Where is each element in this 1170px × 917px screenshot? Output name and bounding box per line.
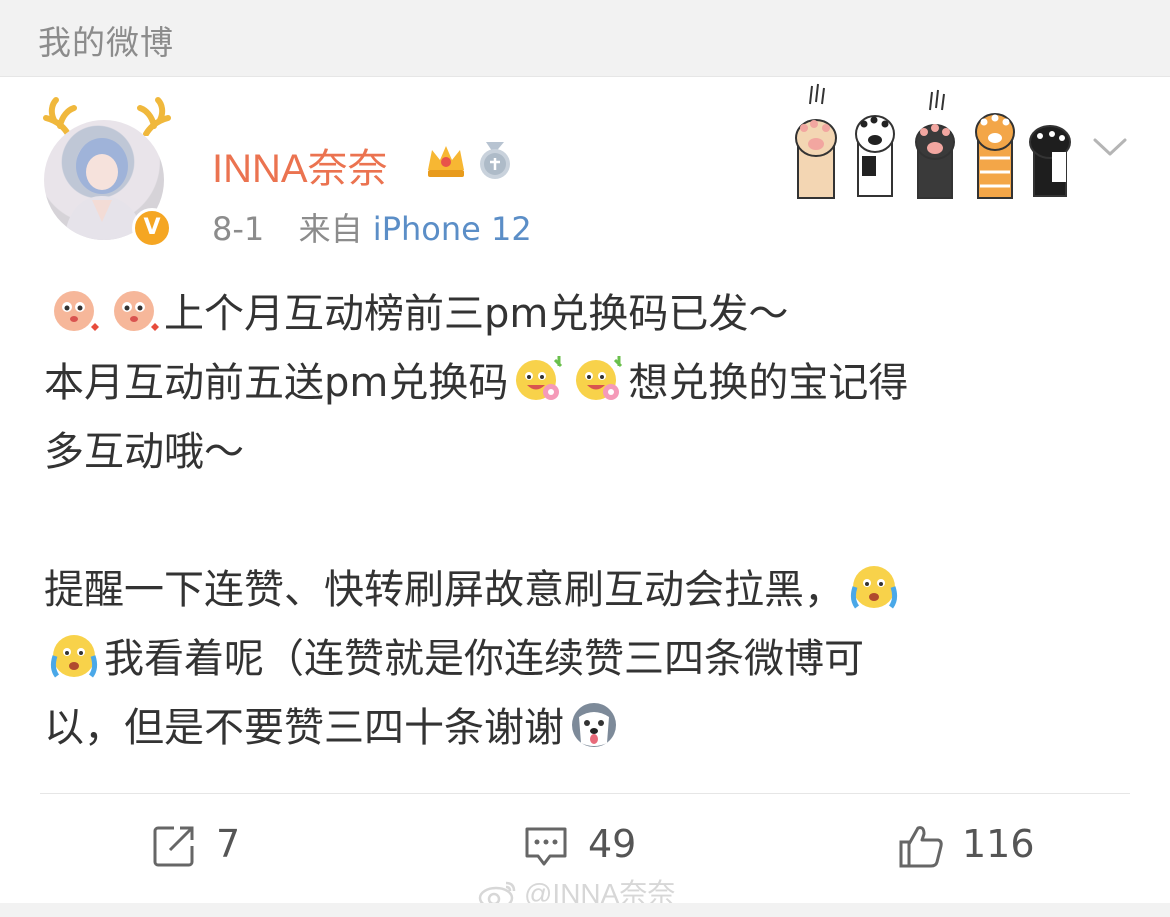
content-text: 想兑换的宝记得 [628,360,909,406]
content-line-2: 本月互动前五送pm兑换码 想兑换的宝记得 [44,349,1134,418]
post-date: 8-1 [212,210,265,248]
crying-emoji-icon [50,635,98,678]
content-line-6: 以，但是不要赞三四十条谢谢 [44,694,1134,763]
author-name[interactable]: INNA奈奈 [212,136,388,194]
flower-smile-emoji-icon [516,356,563,400]
content-line-1: 上个月互动榜前三pm兑换码已发～ [44,280,1134,349]
page-title: 我的微博 [38,23,174,62]
cat-paws-decoration [795,83,1071,199]
kiss-emoji-icon [114,291,159,331]
antler-right-icon [137,97,171,136]
chevron-down-icon[interactable] [1092,132,1128,162]
content-text: 本月互动前五送pm兑换码 [44,360,509,406]
content-text: 以，但是不要赞三四十条谢谢 [44,705,564,751]
avatar-area[interactable]: V [38,96,178,248]
medal-icon[interactable] [476,140,514,182]
content-line-5: 我看着呢（连赞就是你连续赞三四条微博可 [44,625,1134,694]
top-bar: 我的微博 [0,0,1170,77]
content-text: 上个月互动榜前三pm兑换码已发～ [164,291,789,337]
kiss-emoji-icon [54,291,99,331]
bottom-bar [0,903,1170,917]
post-content: 上个月互动榜前三pm兑换码已发～ 本月互动前五送pm兑换码 想兑换的宝记得 多互… [44,280,1134,763]
post-meta: 8-1 来自 iPhone 12 [212,204,532,250]
content-text: 多互动哦～ [44,429,244,475]
like-count: 116 [962,822,1035,866]
crown-icon[interactable] [424,140,468,182]
repost-icon [153,826,194,867]
content-line-3: 多互动哦～ [44,418,1134,487]
like-icon [899,826,943,868]
content-text: 提醒一下连赞、快转刷屏故意刷互动会拉黑， [44,567,844,613]
content-line-4: 提醒一下连赞、快转刷屏故意刷互动会拉黑， [44,556,1134,625]
source-prefix: 来自 [298,210,363,248]
verified-badge: V [132,208,172,248]
comment-icon [525,827,567,866]
husky-emoji-icon [572,703,616,747]
flower-smile-emoji-icon [576,356,623,400]
crying-emoji-icon [850,566,898,609]
source-device-link[interactable]: iPhone 12 [373,210,532,248]
content-text: 我看着呢（连赞就是你连续赞三四条微博可 [104,636,864,682]
comment-count: 49 [588,822,637,866]
divider [40,793,1130,794]
repost-count: 7 [216,822,241,866]
